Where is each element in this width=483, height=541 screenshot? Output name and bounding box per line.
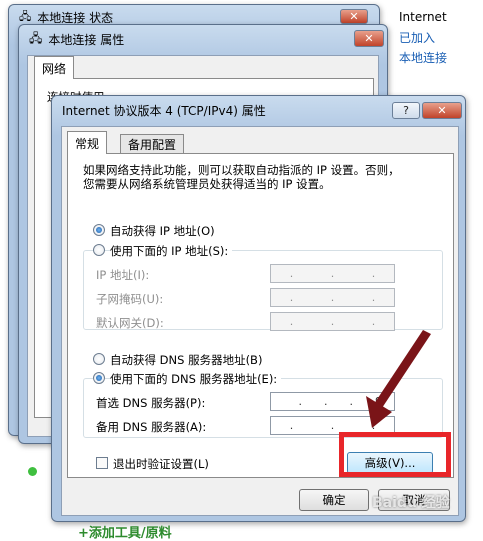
advanced-highlight-box [339,432,451,477]
ip-dot: . [298,395,303,408]
tab-alternate-label: 备用配置 [128,138,177,152]
properties-close-button[interactable]: ✕ [354,30,384,47]
default-gateway-label: 默认网关(D): [96,316,164,330]
ip-dot: . [371,291,376,304]
ip-dot: . [330,291,335,304]
side-link-internet: Internet [399,10,447,24]
properties-window-title: 本地连接 属性 [48,32,125,47]
help-button[interactable]: ? [392,102,420,119]
radio-auto-dns-label[interactable]: 自动获得 DNS 服务器地址(B) [110,352,262,368]
ip-dot: . [289,419,294,432]
radio-manual-dns-label[interactable]: 使用下面的 DNS 服务器地址(E): [110,371,282,387]
ip-dot: . [330,419,335,432]
radio-auto-ip-label[interactable]: 自动获得 IP 地址(O) [110,223,215,239]
network-adapter-icon: 🖧 [29,30,43,45]
close-icon: ✕ [364,32,374,45]
radio-manual-ip[interactable] [93,244,105,256]
tab-alternate-config[interactable]: 备用配置 [120,134,185,154]
status-close-button[interactable]: ✕ [340,9,368,24]
status-window-title: 本地连接 状态 [37,10,114,25]
ip-dot: . [349,395,354,408]
ip-dot: . [289,267,294,280]
ipv4-close-button[interactable]: ✕ [422,102,462,119]
close-icon: ✕ [349,10,359,23]
radio-manual-ip-label[interactable]: 使用下面的 IP 地址(S): [110,243,233,259]
alternate-dns-label: 备用 DNS 服务器(A): [96,420,207,434]
radio-auto-ip[interactable] [93,224,105,236]
ok-button[interactable]: 确定 [299,489,369,511]
tab-general-label: 常规 [75,136,100,151]
tab-general[interactable]: 常规 [67,131,108,154]
ok-button-label: 确定 [322,493,346,507]
ip-dot: . [330,267,335,280]
general-tab-panel: 如果网络支持此功能，则可以获取自动指派的 IP 设置。否则， 您需要从网络系统管… [67,153,454,478]
ip-dot: . [371,267,376,280]
radio-auto-dns[interactable] [93,353,105,365]
subnet-mask-label: 子网掩码(U): [96,292,164,306]
default-gateway-field[interactable]: ... [270,312,395,331]
validate-settings-checkbox[interactable] [96,457,108,469]
preferred-dns-label: 首选 DNS 服务器(P): [96,396,206,410]
ip-address-field[interactable]: ... [270,264,395,283]
tab-network-label: 网络 [42,61,67,76]
close-icon: ✕ [437,104,447,117]
ip-dot: . [289,315,294,328]
preferred-dns-field[interactable]: ... 9 [270,392,395,411]
subnet-mask-field[interactable]: ... [270,288,395,307]
side-link-local-connection[interactable]: 本地连接 [399,49,447,66]
help-icon: ? [403,104,409,117]
ip-dot: . [371,419,376,432]
tab-network[interactable]: 网络 [34,56,75,79]
ip-dot: . [289,291,294,304]
status-dot [28,467,37,476]
ipv4-dialog-title: Internet 协议版本 4 (TCP/IPv4) 属性 [62,103,266,118]
ip-address-label: IP 地址(I): [96,268,150,282]
add-tools-link[interactable]: +添加工具/原料 [78,522,172,541]
side-link-joined[interactable]: 已加入 [399,29,435,46]
validate-settings-label[interactable]: 退出时验证设置(L) [113,456,209,472]
ip-dot: . [324,395,328,408]
description-line-2: 您需要从网络系统管理员处获得适当的 IP 设置。 [83,177,331,191]
ip-dot: . [330,315,335,328]
ip-dot: . [371,315,376,328]
watermark: Baidu 经验 [372,495,450,511]
preferred-dns-last-octet: 9 [375,395,382,408]
radio-manual-dns[interactable] [93,372,105,384]
